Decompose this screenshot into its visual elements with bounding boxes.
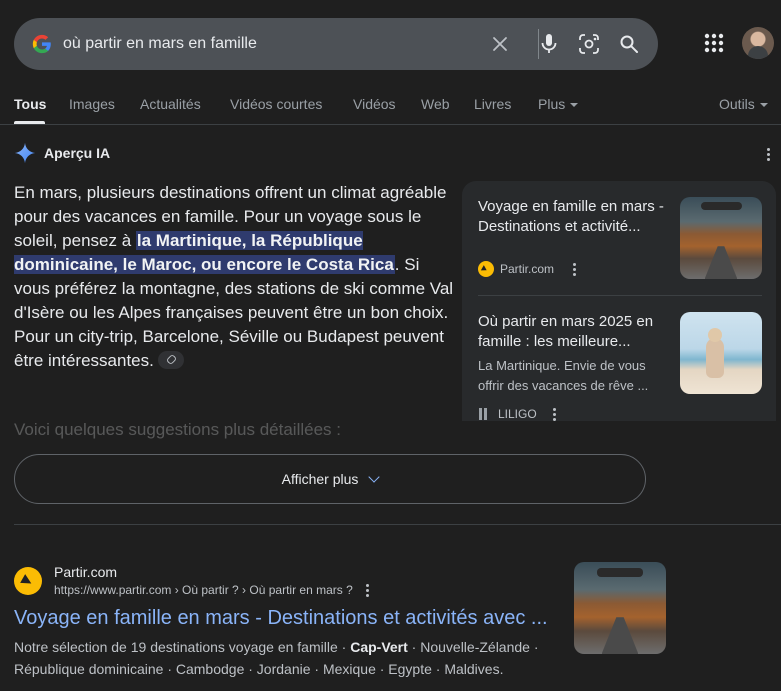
result-snippet-bold: Cap-Vert xyxy=(350,639,408,655)
chevron-down-icon xyxy=(368,470,381,483)
ai-overview-faded-text: Voici quelques suggestions plus détaillé… xyxy=(14,420,341,439)
result-more-options-icon[interactable] xyxy=(366,584,370,598)
gemini-sparkle-icon xyxy=(14,142,36,164)
result-title-link[interactable]: Voyage en famille en mars - Destinations… xyxy=(14,607,554,630)
partir-favicon-icon[interactable] xyxy=(14,567,42,595)
source-card-thumbnail[interactable] xyxy=(680,197,762,279)
tab-books[interactable]: Livres xyxy=(474,96,511,112)
source-card-snippet: La Martinique. Envie de vous offrir des … xyxy=(478,358,649,393)
search-tabs: Tous Images Actualités Vidéos courtes Vi… xyxy=(14,96,774,126)
apps-grid-icon[interactable] xyxy=(702,31,726,55)
source-card-site-name: LILIGO xyxy=(498,407,537,421)
tools-label: Outils xyxy=(719,96,755,112)
liligo-favicon-icon xyxy=(478,408,490,420)
tab-news[interactable]: Actualités xyxy=(140,96,201,112)
ai-overview-more-options-icon[interactable] xyxy=(767,148,771,162)
source-card-title[interactable]: Où partir en mars 2025 en famille : les … xyxy=(478,312,674,352)
result-url[interactable]: https://www.partir.com › Où partir ? › O… xyxy=(54,583,353,597)
account-avatar[interactable] xyxy=(742,27,774,59)
source-card-title[interactable]: Voyage en famille en mars - Destinations… xyxy=(478,197,674,237)
section-divider xyxy=(14,524,781,525)
source-card-more-icon[interactable] xyxy=(573,263,577,277)
search-icon[interactable] xyxy=(617,32,641,56)
result-snippet-intro: Notre sélection de 19 destinations voyag… xyxy=(14,639,351,655)
source-link-chip-icon[interactable] xyxy=(157,351,184,369)
result-snippet: Notre sélection de 19 destinations voyag… xyxy=(14,636,554,680)
tabs-divider xyxy=(0,124,781,125)
partir-favicon-icon xyxy=(478,261,494,277)
tab-images[interactable]: Images xyxy=(69,96,115,112)
ai-overview-title: Aperçu IA xyxy=(44,145,111,161)
ai-overview-text: En mars, plusieurs destinations offrent … xyxy=(14,181,454,373)
search-results-page: où partir en mars en famille Tous Images… xyxy=(0,0,781,691)
tab-videos[interactable]: Vidéos xyxy=(353,96,396,112)
source-card[interactable]: Voyage en famille en mars - Destinations… xyxy=(462,181,776,295)
result-thumbnail[interactable] xyxy=(574,562,666,654)
clear-search-icon[interactable] xyxy=(488,32,512,56)
tab-more[interactable]: Plus xyxy=(538,96,579,112)
search-input[interactable]: où partir en mars en famille xyxy=(63,35,257,53)
source-card-site: Partir.com xyxy=(478,261,554,277)
show-more-button[interactable]: Afficher plus xyxy=(14,454,646,504)
result-site-name[interactable]: Partir.com xyxy=(54,564,117,580)
lens-camera-icon[interactable] xyxy=(577,32,601,56)
show-more-label: Afficher plus xyxy=(281,471,359,487)
microphone-icon[interactable] xyxy=(537,32,561,56)
source-card[interactable]: Où partir en mars 2025 en famille : les … xyxy=(462,296,776,421)
chevron-down-icon xyxy=(759,103,768,108)
tab-more-label: Plus xyxy=(538,96,566,112)
chevron-down-icon xyxy=(570,103,579,108)
tab-short-videos[interactable]: Vidéos courtes xyxy=(230,96,322,112)
tools-button[interactable]: Outils xyxy=(719,96,768,112)
source-card-thumbnail[interactable] xyxy=(680,312,762,394)
source-card-more-icon[interactable] xyxy=(553,408,557,421)
source-card-site: LILIGO xyxy=(478,407,537,421)
search-bar[interactable]: où partir en mars en famille xyxy=(14,18,658,70)
tab-all[interactable]: Tous xyxy=(14,96,46,112)
ai-overview-header: Aperçu IA xyxy=(14,141,110,165)
source-card-site-name: Partir.com xyxy=(500,262,555,276)
google-logo-icon xyxy=(32,34,51,54)
tab-web[interactable]: Web xyxy=(421,96,450,112)
ai-overview-sources-panel: Voyage en famille en mars - Destinations… xyxy=(462,181,776,421)
